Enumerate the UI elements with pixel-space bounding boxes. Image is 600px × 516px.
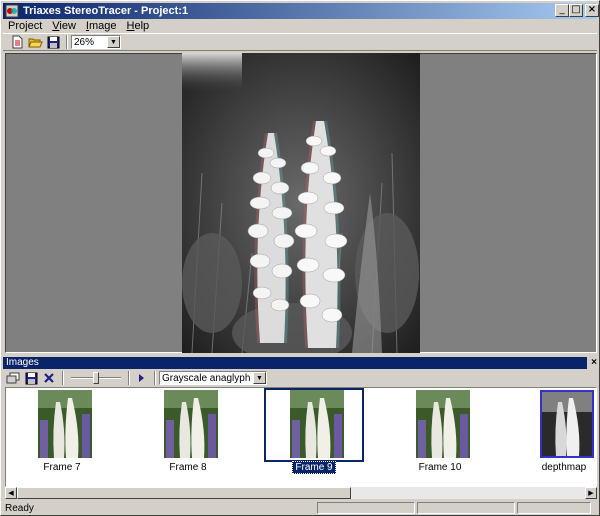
frame-image: [416, 390, 470, 458]
save-button[interactable]: [45, 35, 61, 50]
menu-help[interactable]: Help: [122, 20, 155, 32]
frame-image: [38, 390, 92, 458]
menu-image[interactable]: Image: [81, 20, 122, 32]
status-pane: [317, 502, 415, 514]
status-bar: Ready: [3, 501, 597, 515]
image-canvas[interactable]: [5, 53, 597, 353]
play-button[interactable]: [133, 371, 149, 386]
scroll-right-button[interactable]: ▶: [585, 487, 597, 499]
title-bar[interactable]: Triaxes StereoTracer - Project:1 _ □ ×: [3, 3, 599, 19]
frame-caption: Frame 7: [43, 462, 81, 473]
zoom-select[interactable]: 26% ▼: [71, 35, 121, 49]
chevron-down-icon[interactable]: ▼: [107, 36, 120, 48]
stereo-mode-select[interactable]: Grayscale anaglyph ▼: [159, 371, 267, 385]
delete-x-icon: [44, 373, 54, 383]
toolbar-separator: [66, 35, 68, 49]
save-disk-icon: [47, 36, 59, 48]
frame-caption: Frame 9: [292, 461, 336, 474]
chevron-down-icon[interactable]: ▼: [253, 372, 266, 384]
frame-image: [290, 390, 344, 458]
images-panel-header: Images: [3, 357, 587, 369]
copy-frames-button[interactable]: [5, 371, 21, 386]
frame-thumbnail-selected[interactable]: Frame 9: [264, 388, 364, 474]
delete-frame-button[interactable]: [41, 371, 57, 386]
close-button[interactable]: ×: [585, 4, 599, 17]
anaglyph-image: [182, 53, 420, 353]
menu-project[interactable]: Project: [3, 20, 47, 32]
main-toolbar: 26% ▼: [3, 33, 597, 51]
save-frame-button[interactable]: [23, 371, 39, 386]
app-window: Triaxes StereoTracer - Project:1 _ □ × P…: [0, 0, 600, 516]
save-disk-icon: [25, 372, 37, 384]
stereo-mode-value: Grayscale anaglyph: [162, 372, 251, 384]
frames-strip[interactable]: Frame 7 Frame 8 Frame 9 Frame 10 depthma…: [5, 387, 597, 487]
open-button[interactable]: [27, 35, 43, 50]
thumbnail-size-slider[interactable]: [71, 371, 121, 385]
images-toolbar: Grayscale anaglyph ▼: [3, 370, 597, 386]
frame-caption: Frame 8: [169, 462, 207, 473]
horizontal-scrollbar[interactable]: ◀ ▶: [5, 487, 597, 499]
copy-frames-icon: [6, 372, 20, 383]
status-pane: [417, 502, 515, 514]
frame-caption: depthmap: [541, 462, 587, 473]
window-title: Triaxes StereoTracer - Project:1: [23, 5, 189, 17]
menu-view[interactable]: View: [47, 20, 81, 32]
minimize-button[interactable]: _: [555, 4, 569, 17]
status-pane: [517, 502, 591, 514]
frame-thumbnail[interactable]: Frame 7: [12, 388, 112, 474]
toolbar-separator: [154, 371, 156, 385]
scrollbar-thumb[interactable]: [17, 487, 351, 499]
new-button[interactable]: [9, 35, 25, 50]
app-icon: [5, 4, 19, 18]
zoom-value: 26%: [74, 36, 95, 48]
frame-image: [164, 390, 218, 458]
menu-bar: Project View Image Help: [3, 19, 597, 33]
frame-caption: Frame 10: [418, 462, 462, 473]
toolbar-separator: [62, 371, 64, 385]
anaglyph-preview: [182, 53, 420, 353]
status-text: Ready: [5, 502, 34, 514]
open-folder-icon: [27, 38, 43, 47]
new-document-icon: [12, 35, 22, 49]
frame-thumbnail[interactable]: Frame 8: [138, 388, 238, 474]
depthmap-thumbnail[interactable]: depthmap: [514, 388, 600, 474]
slider-thumb[interactable]: [93, 372, 99, 384]
toolbar-separator: [128, 371, 130, 385]
play-icon: [139, 374, 144, 382]
depthmap-image: [540, 390, 594, 458]
maximize-button[interactable]: □: [569, 4, 583, 17]
images-panel-close-button[interactable]: ×: [589, 357, 599, 369]
frame-thumbnail[interactable]: Frame 10: [390, 388, 490, 474]
scroll-left-button[interactable]: ◀: [5, 487, 17, 499]
